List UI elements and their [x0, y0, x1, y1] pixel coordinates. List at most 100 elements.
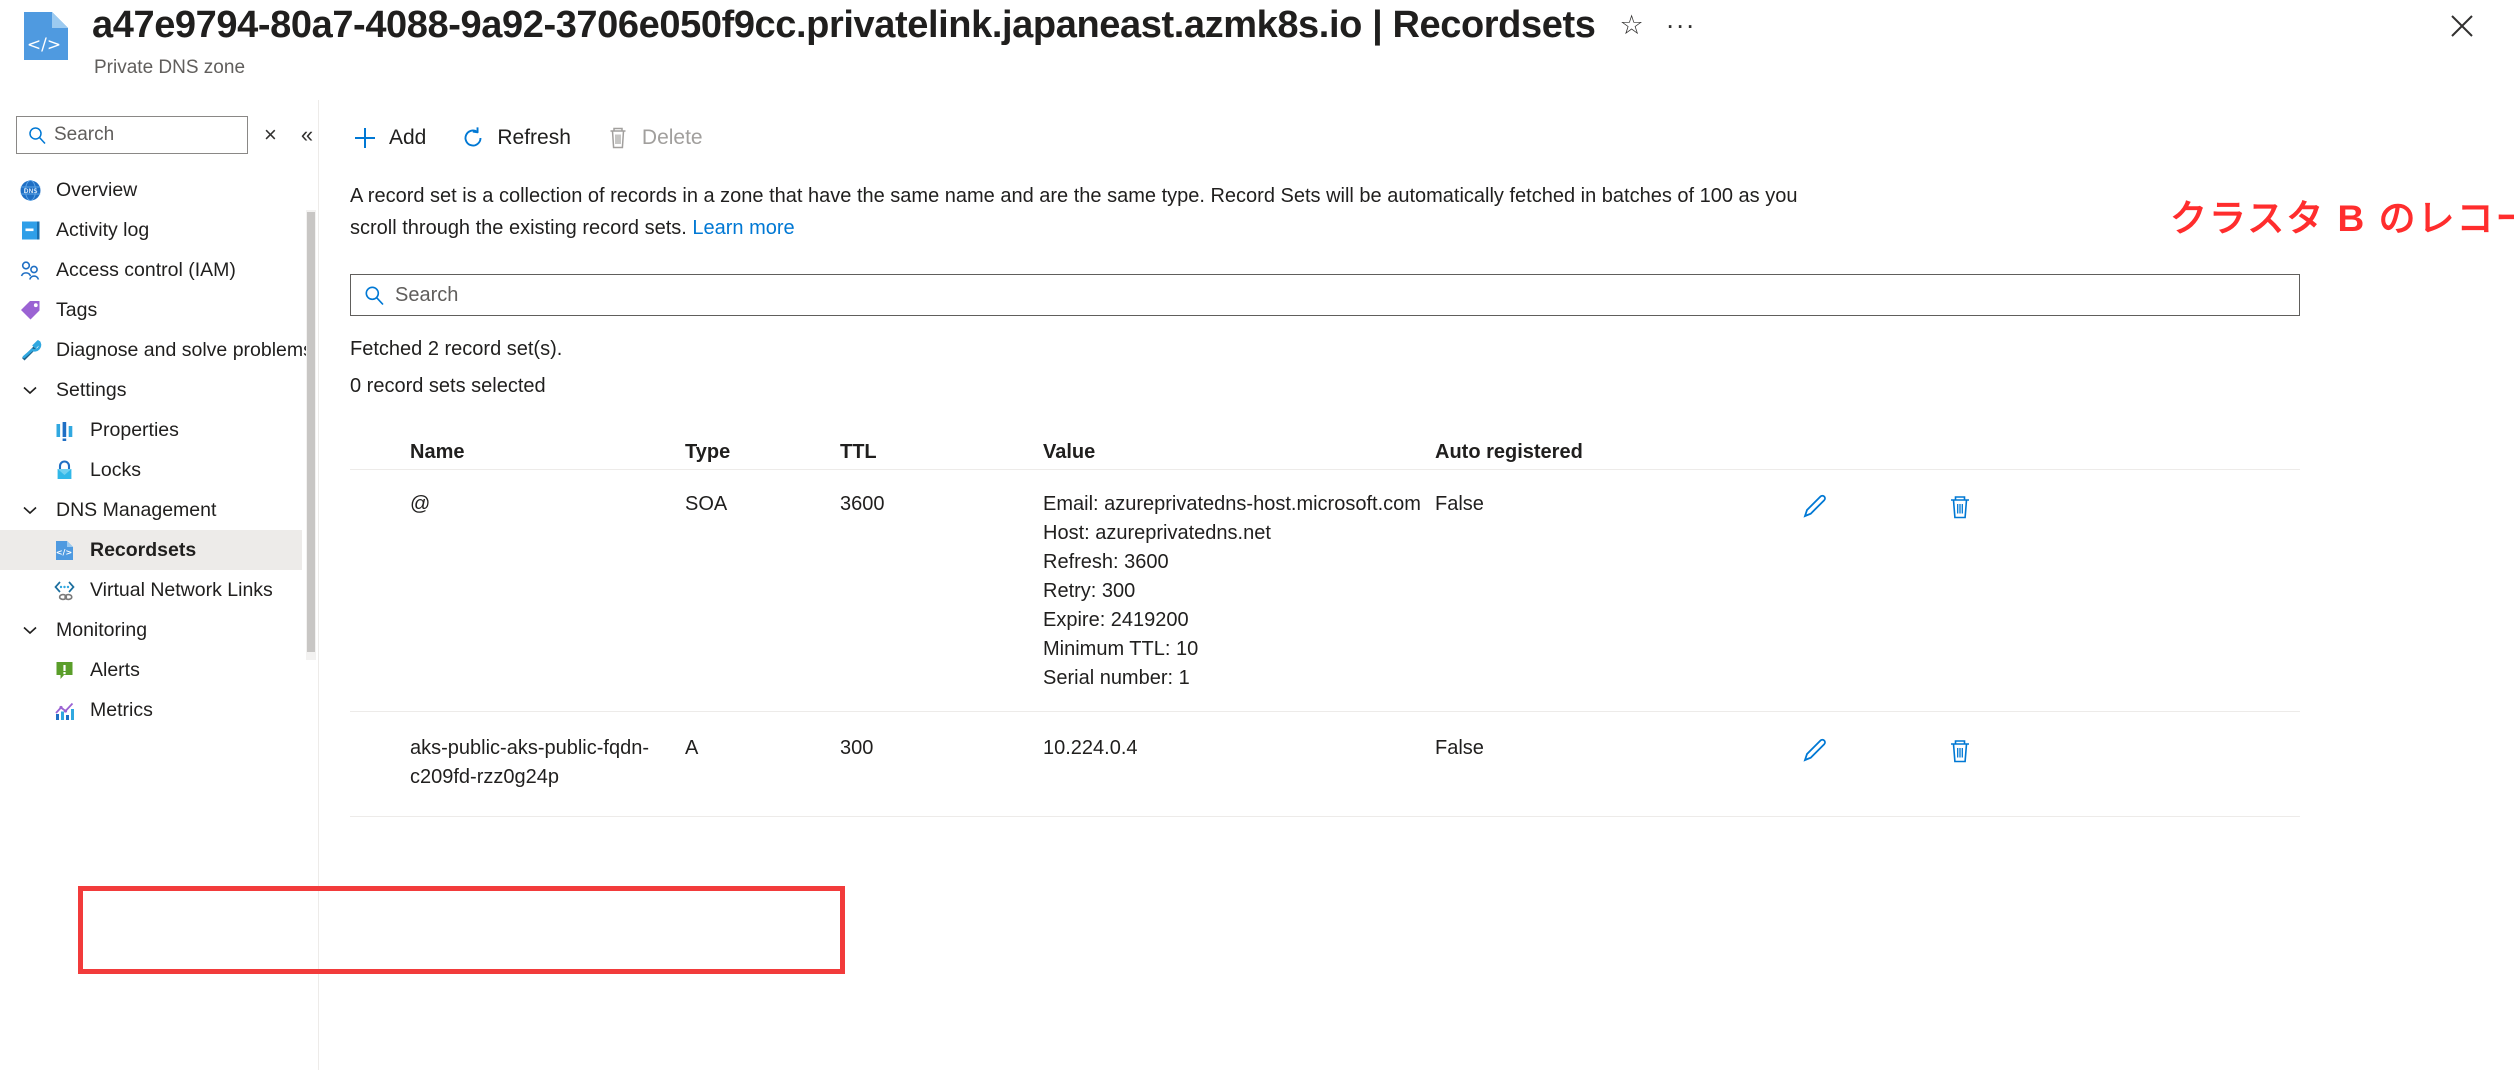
pane-divider: [318, 100, 319, 1070]
refresh-button-label: Refresh: [497, 126, 571, 150]
sidebar-item-metrics[interactable]: Metrics: [0, 690, 302, 730]
sidebar-scrollbar-thumb[interactable]: [307, 212, 315, 652]
cell-value: Email: azureprivatedns-host.microsoft.co…: [1043, 490, 1435, 693]
sidebar-item-label: Activity log: [56, 219, 149, 242]
blade-header: </> a47e9794-80a7-4088-9a92-3706e050f9cc…: [0, 0, 2514, 100]
trash-icon[interactable]: [1943, 734, 1977, 768]
edit-record-button[interactable]: [1735, 734, 1895, 768]
star-icon[interactable]: ☆: [1619, 8, 1643, 42]
sidebar-item-label: Recordsets: [90, 539, 196, 562]
cell-type: SOA: [685, 490, 840, 519]
sidebar-group-settings[interactable]: Settings: [0, 370, 302, 410]
fetched-status: Fetched 2 record set(s).: [350, 338, 562, 361]
sidebar-group-label: Settings: [56, 379, 126, 402]
table-header-row: Name Type TTL Value Auto registered: [350, 418, 2300, 470]
sidebar-group-monitoring[interactable]: Monitoring: [0, 610, 302, 650]
vnet-link-icon: [52, 578, 76, 602]
search-icon: [27, 125, 47, 145]
learn-more-link[interactable]: Learn more: [692, 217, 794, 239]
edit-record-button[interactable]: [1735, 490, 1895, 524]
column-header-ttl[interactable]: TTL: [840, 418, 1043, 467]
table-row[interactable]: @ SOA 3600 Email: azureprivatedns-host.m…: [350, 470, 2300, 712]
people-icon: [18, 258, 42, 282]
delete-record-button[interactable]: [1895, 734, 2025, 768]
sidebar-items: DNS Overview Activity log: [0, 170, 302, 730]
search-input[interactable]: Search: [16, 116, 248, 154]
sidebar-item-overview[interactable]: DNS Overview: [0, 170, 302, 210]
svg-text:DNS: DNS: [23, 187, 37, 195]
selected-status: 0 record sets selected: [350, 375, 546, 398]
blade-description: A record set is a collection of records …: [350, 180, 1810, 244]
sidebar-item-recordsets[interactable]: </> Recordsets: [0, 530, 302, 570]
sidebar-group-label: Monitoring: [56, 619, 147, 642]
refresh-button[interactable]: Refresh: [460, 125, 571, 151]
sidebar-item-alerts[interactable]: Alerts: [0, 650, 302, 690]
sidebar-item-label: Locks: [90, 459, 141, 482]
sidebar-item-label: Metrics: [90, 699, 153, 722]
sidebar-group-dns-management[interactable]: DNS Management: [0, 490, 302, 530]
sidebar-item-tags[interactable]: Tags: [0, 290, 302, 330]
cell-auto-registered: False: [1435, 490, 1735, 519]
column-header-value[interactable]: Value: [1043, 418, 1435, 467]
more-options-button[interactable]: ···: [1666, 12, 1696, 38]
cell-value: 10.224.0.4: [1043, 734, 1435, 763]
sidebar-item-diagnose[interactable]: Diagnose and solve problems: [0, 330, 302, 370]
close-icon[interactable]: [2444, 8, 2480, 44]
sidebar-item-label: Properties: [90, 419, 179, 442]
column-header-auto-registered[interactable]: Auto registered: [1435, 418, 1735, 467]
trash-icon: [605, 125, 631, 151]
title-row: a47e9794-80a7-4088-9a92-3706e050f9cc.pri…: [92, 2, 1696, 48]
tools-icon: [18, 338, 42, 362]
sidebar-item-label: Overview: [56, 179, 137, 202]
refresh-icon: [460, 125, 486, 151]
pencil-icon[interactable]: [1798, 490, 1832, 524]
sidebar-item-properties[interactable]: Properties: [0, 410, 302, 450]
chevron-down-icon: [18, 378, 42, 402]
delete-record-button[interactable]: [1895, 490, 2025, 524]
recordsets-search-input[interactable]: Search: [350, 274, 2300, 316]
activity-log-icon: [18, 218, 42, 242]
cell-name[interactable]: @: [410, 490, 685, 519]
search-placeholder: Search: [395, 284, 458, 307]
sidebar-item-virtual-network-links[interactable]: Virtual Network Links: [0, 570, 302, 610]
sidebar-search-row: Search × «: [16, 116, 313, 154]
chevron-down-icon: [18, 498, 42, 522]
cell-ttl: 3600: [840, 490, 1043, 519]
main-content: Add Refresh Delete: [330, 100, 2514, 1070]
dns-zone-code-icon: </>: [22, 10, 70, 62]
sidebar-item-locks[interactable]: Locks: [0, 450, 302, 490]
sidebar-item-label: Tags: [56, 299, 97, 322]
cell-ttl: 300: [840, 734, 1043, 763]
sidebar-item-activity-log[interactable]: Activity log: [0, 210, 302, 250]
sidebar-item-label: Diagnose and solve problems: [56, 339, 313, 362]
command-toolbar: Add Refresh Delete: [352, 118, 737, 158]
cell-type: A: [685, 734, 840, 763]
alerts-icon: [52, 658, 76, 682]
trash-icon[interactable]: [1943, 490, 1977, 524]
metrics-chart-icon: [52, 698, 76, 722]
sidebar-item-label: Access control (IAM): [56, 259, 236, 282]
cell-auto-registered: False: [1435, 734, 1735, 763]
select-all-cell: [350, 418, 410, 438]
add-button-label: Add: [389, 126, 426, 150]
add-button[interactable]: Add: [352, 125, 426, 151]
svg-text:</>: </>: [27, 35, 61, 55]
column-header-name[interactable]: Name: [410, 418, 685, 467]
clear-search-icon[interactable]: ×: [264, 125, 277, 145]
chevron-down-icon: [18, 618, 42, 642]
lock-icon: [52, 458, 76, 482]
collapse-sidebar-icon[interactable]: «: [301, 125, 313, 145]
description-text: A record set is a collection of records …: [350, 185, 1797, 239]
sidebar-item-label: Virtual Network Links: [90, 579, 273, 602]
table-row[interactable]: aks-public-aks-public-fqdn-c209fd-rzz0g2…: [350, 712, 2300, 817]
dns-globe-icon: DNS: [18, 178, 42, 202]
annotation-text: クラスタ B のレコード: [2170, 188, 2514, 242]
blade-subtitle: Private DNS zone: [94, 57, 245, 79]
delete-button-label: Delete: [642, 126, 703, 150]
sidebar-item-access-control[interactable]: Access control (IAM): [0, 250, 302, 290]
sidebar-item-label: Alerts: [90, 659, 140, 682]
column-header-type[interactable]: Type: [685, 418, 840, 467]
cell-name[interactable]: aks-public-aks-public-fqdn-c209fd-rzz0g2…: [410, 734, 685, 792]
pencil-icon[interactable]: [1798, 734, 1832, 768]
tag-icon: [18, 298, 42, 322]
